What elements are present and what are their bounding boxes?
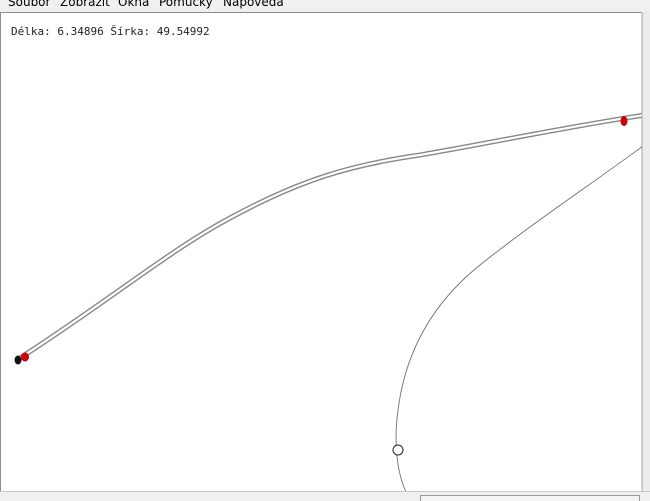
waypoint-circle-marker[interactable]: [392, 444, 404, 456]
vertical-scrollbar[interactable]: [642, 12, 650, 491]
status-panel: [420, 495, 640, 501]
track-route-inner: [19, 113, 646, 359]
start-red-marker[interactable]: [21, 352, 29, 362]
thin-route-line[interactable]: [395, 145, 644, 493]
start-point-marker[interactable]: [14, 355, 22, 365]
coordinate-readout: Délka: 6.34896 Šírka: 49.54992: [11, 25, 210, 38]
track-route[interactable]: [18, 112, 646, 361]
map-drawing: [14, 112, 646, 493]
end-red-marker[interactable]: [620, 116, 628, 126]
